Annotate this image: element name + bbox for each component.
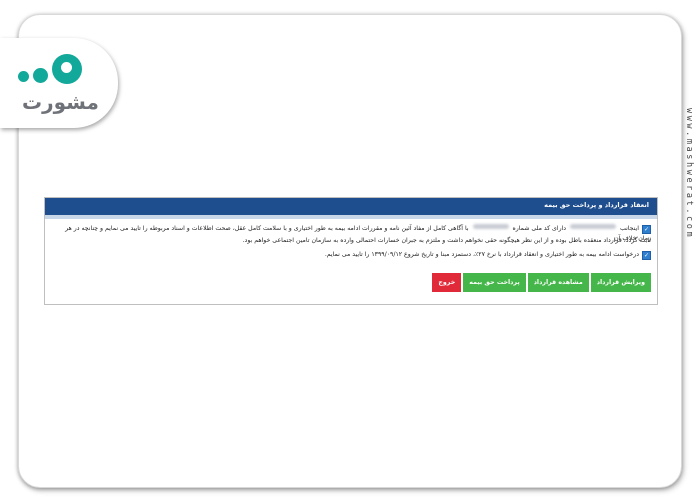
declaration-text-2: ثابت گردد، قرارداد منعقده باطل بوده و از… xyxy=(242,237,651,244)
redacted-national-id xyxy=(472,224,509,229)
logo-dot-small xyxy=(18,71,29,82)
contract-panel: انعقاد قرارداد و پرداخت حق بیمه ✓اینجانب… xyxy=(44,197,658,305)
panel-header: انعقاد قرارداد و پرداخت حق بیمه xyxy=(45,198,657,219)
exit-button[interactable]: خروج xyxy=(432,273,462,292)
logo-dot-hole xyxy=(61,62,72,73)
declaration-start: اینجانب xyxy=(620,225,639,232)
checkbox-request[interactable]: ✓ xyxy=(642,251,651,260)
pay-premium-button[interactable]: پرداخت حق بیمه xyxy=(463,273,526,292)
brand-logo-badge: مشورت xyxy=(0,38,118,128)
brand-side-url: www.mashwerat.com xyxy=(684,108,694,240)
checkbox-declaration[interactable]: ✓ xyxy=(642,225,651,234)
action-buttons: ویرایش قراردادمشاهده قراردادپرداخت حق بی… xyxy=(430,273,651,292)
panel-title: انعقاد قرارداد و پرداخت حق بیمه xyxy=(544,201,649,209)
brand-logo-text: مشورت xyxy=(22,90,99,114)
request-row: ✓درخواست ادامه بیمه به طور اختیاری و انع… xyxy=(51,250,651,260)
edit-contract-button[interactable]: ویرایش قرارداد xyxy=(590,273,651,292)
view-contract-button[interactable]: مشاهده قرارداد xyxy=(527,273,589,292)
redacted-name xyxy=(570,224,617,229)
declaration-mid: دارای کد ملی شماره xyxy=(512,225,567,232)
logo-dot-medium xyxy=(33,68,48,83)
request-text: درخواست ادامه بیمه به طور اختیاری و انعق… xyxy=(324,251,639,258)
